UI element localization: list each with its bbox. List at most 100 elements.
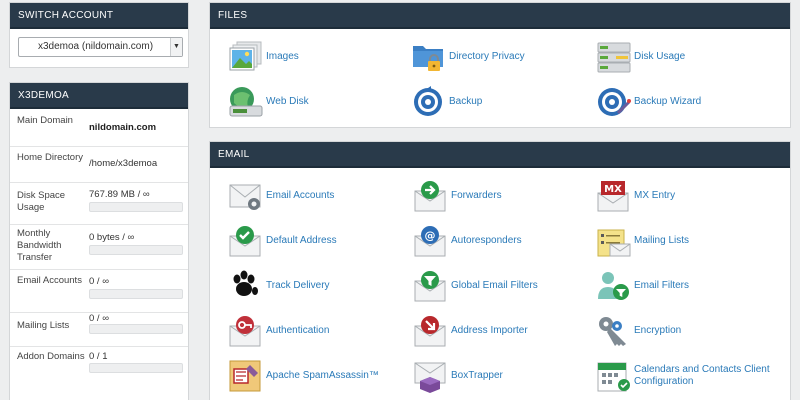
email-item-boxtrapper[interactable]: BoxTrapper [413, 359, 603, 395]
stat-email-accounts: Email Accounts 0 / ∞ [10, 270, 188, 313]
autoresponders-icon: @ [413, 224, 449, 258]
email-item-email-filters[interactable]: Email Filters [596, 269, 786, 305]
calendars-icon [596, 359, 632, 393]
email-item-autoresponders[interactable]: @ Autoresponders [413, 224, 603, 260]
stat-value: 0 bytes / ∞ [89, 232, 135, 243]
email-item-label: Mailing Lists [634, 235, 690, 246]
email-item-label: Global Email Filters [451, 280, 538, 291]
email-item-label: Encryption [634, 325, 682, 336]
encryption-icon [596, 314, 632, 348]
svg-text:@: @ [425, 229, 436, 242]
svg-text:MX: MX [604, 184, 622, 195]
files-title: FILES [210, 3, 790, 29]
stat-label: Addon Domains [17, 351, 85, 362]
email-item-label: Forwarders [451, 190, 502, 201]
email-item-label: Apache SpamAssassin™ [266, 370, 379, 381]
folder-lock-icon [411, 40, 447, 74]
email-item-email-accounts[interactable]: Email Accounts [228, 179, 418, 215]
email-item-address-importer[interactable]: Address Importer [413, 314, 603, 350]
email-item-label: Track Delivery [266, 280, 330, 291]
email-item-calendars-contacts[interactable]: Calendars and Contacts Client Configurat… [596, 359, 786, 395]
files-item-label: Backup [449, 96, 483, 107]
email-item-label: Autoresponders [451, 235, 522, 246]
files-item-disk-usage[interactable]: Disk Usage [596, 40, 786, 76]
email-item-label: Email Accounts [266, 190, 335, 201]
email-item-spamassassin[interactable]: Apache SpamAssassin™ [228, 359, 418, 395]
stat-label: Home Directory [17, 152, 83, 163]
stat-mailing-lists: Mailing Lists 0 / ∞ [10, 313, 188, 347]
stat-disk-space: Disk Space Usage 767.89 MB / ∞ [10, 183, 188, 225]
email-item-label: BoxTrapper [451, 370, 503, 381]
email-item-label: Email Filters [634, 280, 690, 291]
account-select-value: x3demoa (nildomain.com) [37, 41, 154, 52]
stat-value: 0 / ∞ [89, 276, 109, 287]
stat-value: nildomain.com [89, 122, 157, 133]
stat-label: Main Domain [17, 115, 73, 126]
email-item-encryption[interactable]: Encryption [596, 314, 786, 350]
stat-label: Disk Space Usage [17, 190, 66, 213]
email-item-global-email-filters[interactable]: Global Email Filters [413, 269, 603, 305]
switch-account-title: SWITCH ACCOUNT [10, 3, 188, 29]
email-item-track-delivery[interactable]: Track Delivery [228, 269, 418, 305]
account-stats-panel: X3DEMOA Main Domain nildomain.com Home D… [9, 82, 189, 400]
authentication-icon [228, 314, 264, 348]
email-item-authentication[interactable]: Authentication [228, 314, 418, 350]
email-item-label: MX Entry [634, 190, 676, 201]
address-importer-icon [413, 314, 449, 348]
email-item-default-address[interactable]: Default Address [228, 224, 418, 260]
switch-account-panel: SWITCH ACCOUNT x3demoa (nildomain.com) ▼ [9, 2, 189, 68]
files-item-backup-wizard[interactable]: Backup Wizard [596, 85, 786, 121]
stat-home-directory: Home Directory /home/x3demoa [10, 147, 188, 183]
email-item-label: Authentication [266, 325, 330, 336]
email-item-label: Default Address [266, 235, 337, 246]
spamassassin-icon [228, 359, 264, 393]
forwarders-icon [413, 179, 449, 213]
email-item-mailing-lists[interactable]: Mailing Lists [596, 224, 786, 260]
disk-usage-icon [596, 40, 632, 74]
email-item-label: Calendars and Contacts Client Configurat… [634, 364, 770, 387]
mx-entry-icon: MX [596, 179, 632, 213]
email-item-mx-entry[interactable]: MX MX Entry [596, 179, 786, 215]
files-item-web-disk[interactable]: Web Disk [228, 85, 418, 121]
stat-value: 0 / 1 [89, 351, 108, 362]
stat-addon-domains: Addon Domains 0 / 1 [10, 347, 188, 387]
bandwidth-usage-bar [89, 245, 183, 255]
stat-bandwidth: Monthly Bandwidth Transfer 0 bytes / ∞ [10, 225, 188, 270]
stat-label: Monthly Bandwidth Transfer [17, 228, 62, 263]
default-address-icon [228, 224, 264, 258]
account-select[interactable]: x3demoa (nildomain.com) ▼ [18, 37, 183, 57]
stat-value: 767.89 MB / ∞ [89, 189, 150, 200]
chevron-down-icon[interactable]: ▼ [170, 38, 182, 56]
backup-wizard-icon [596, 85, 632, 119]
images-icon [228, 40, 264, 74]
disk-usage-bar [89, 202, 183, 212]
email-title: EMAIL [210, 142, 790, 168]
track-delivery-icon [228, 269, 264, 303]
global-filters-icon [413, 269, 449, 303]
stat-label: Mailing Lists [17, 320, 70, 331]
addon-domains-usage-bar [89, 363, 183, 373]
files-item-label: Disk Usage [634, 51, 686, 62]
mailing-lists-usage-bar [89, 324, 183, 334]
mailing-lists-icon [596, 224, 632, 258]
stat-label: Email Accounts [17, 275, 82, 286]
files-item-images[interactable]: Images [228, 40, 418, 76]
stat-value: /home/x3demoa [89, 158, 158, 169]
email-accounts-icon [228, 179, 264, 213]
web-disk-icon [228, 85, 264, 119]
files-item-label: Directory Privacy [449, 51, 525, 62]
files-item-directory-privacy[interactable]: Directory Privacy [411, 40, 601, 76]
email-item-forwarders[interactable]: Forwarders [413, 179, 603, 215]
files-panel: FILES Images Directory Privacy Disk Usag… [209, 2, 791, 128]
files-item-label: Web Disk [266, 96, 309, 107]
stat-main-domain: Main Domain nildomain.com [10, 111, 188, 147]
files-item-backup[interactable]: Backup [411, 85, 601, 121]
files-item-label: Backup Wizard [634, 96, 702, 107]
email-filters-icon [596, 269, 632, 303]
email-accounts-usage-bar [89, 289, 183, 299]
files-item-label: Images [266, 51, 299, 62]
boxtrapper-icon [413, 359, 449, 393]
account-stats-title: X3DEMOA [10, 83, 188, 109]
backup-icon [411, 85, 447, 119]
email-item-label: Address Importer [451, 325, 528, 336]
